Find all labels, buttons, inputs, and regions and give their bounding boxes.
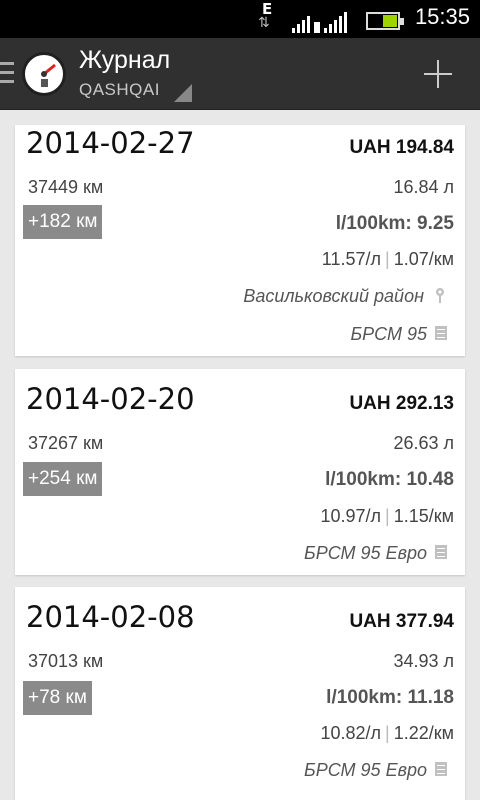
separator: | — [385, 506, 390, 526]
entry-fuel-type: БРСМ 95 — [350, 324, 427, 344]
note-icon — [435, 545, 447, 559]
entry-consumption: l/100km: 10.48 — [325, 469, 454, 490]
entry-volume: 34.93 л — [393, 651, 454, 671]
separator: | — [385, 723, 390, 743]
price-per-km: 1.07/км — [393, 249, 454, 269]
entry-fuel-type: БРСМ 95 Евро — [304, 543, 427, 563]
add-entry-button[interactable] — [424, 60, 452, 88]
entry-prices: 10.97/л | 1.15/км — [320, 506, 454, 527]
entry-consumption: l/100km: 11.18 — [326, 687, 454, 708]
entry-volume: 26.63 л — [393, 433, 454, 453]
entry-distance-badge: +182 км — [23, 205, 103, 239]
signal-icon — [292, 12, 347, 33]
journal-entry-card[interactable]: 2014-02-08 UAH 377.94 37013 км 34.93 л +… — [15, 587, 465, 800]
screen-title: Журнал — [79, 46, 171, 74]
dropdown-triangle-icon[interactable] — [174, 84, 192, 102]
entry-volume: 16.84 л — [393, 177, 454, 197]
fuel-gauge-icon[interactable] — [22, 52, 66, 96]
entry-odometer: 37013 км — [28, 651, 104, 671]
entry-cost: UAH 292.13 — [349, 393, 454, 414]
vehicle-selector[interactable]: QASHQAI — [79, 80, 160, 100]
entry-prices: 11.57/л | 1.07/км — [322, 249, 454, 270]
location-text: Васильковский район — [243, 286, 424, 306]
entry-location: Васильковский район — [243, 286, 445, 307]
price-per-km: 1.22/км — [393, 723, 454, 743]
entry-distance-badge: +254 км — [23, 462, 103, 496]
journal-entry-card[interactable]: 2014-02-27 UAH 194.84 37449 км 16.84 л +… — [15, 125, 465, 356]
entry-cost: UAH 377.94 — [349, 611, 454, 632]
entry-date: 2014-02-27 — [26, 126, 195, 160]
entry-prices: 10.82/л | 1.22/км — [320, 723, 454, 744]
clock: 15:35 — [414, 4, 470, 29]
menu-icon[interactable] — [0, 62, 14, 84]
entry-consumption: l/100km: 9.25 — [335, 213, 454, 234]
price-per-km: 1.15/км — [393, 506, 454, 526]
separator: | — [385, 249, 390, 269]
note-icon — [435, 762, 447, 776]
price-per-liter: 10.97/л — [320, 506, 382, 526]
entry-distance-badge: +78 км — [23, 681, 92, 715]
entry-odometer: 37267 км — [28, 433, 104, 453]
action-bar: Журнал QASHQAI — [0, 38, 480, 110]
location-pin-icon — [436, 288, 444, 303]
entry-odometer: 37449 км — [28, 177, 104, 197]
entry-fuel-type: БРСМ 95 Евро — [304, 760, 427, 780]
entry-cost: UAH 194.84 — [349, 137, 454, 158]
journal-entry-card[interactable]: 2014-02-20 UAH 292.13 37267 км 26.63 л +… — [15, 369, 465, 575]
data-arrows-icon: ⇅ — [258, 15, 270, 31]
status-bar: E ⇅ 15:35 — [0, 0, 480, 38]
note-icon — [435, 326, 447, 340]
entry-date: 2014-02-20 — [26, 382, 195, 416]
price-per-liter: 11.57/л — [321, 249, 382, 269]
battery-icon — [366, 12, 404, 30]
price-per-liter: 10.82/л — [320, 723, 382, 743]
entry-date: 2014-02-08 — [26, 600, 195, 634]
